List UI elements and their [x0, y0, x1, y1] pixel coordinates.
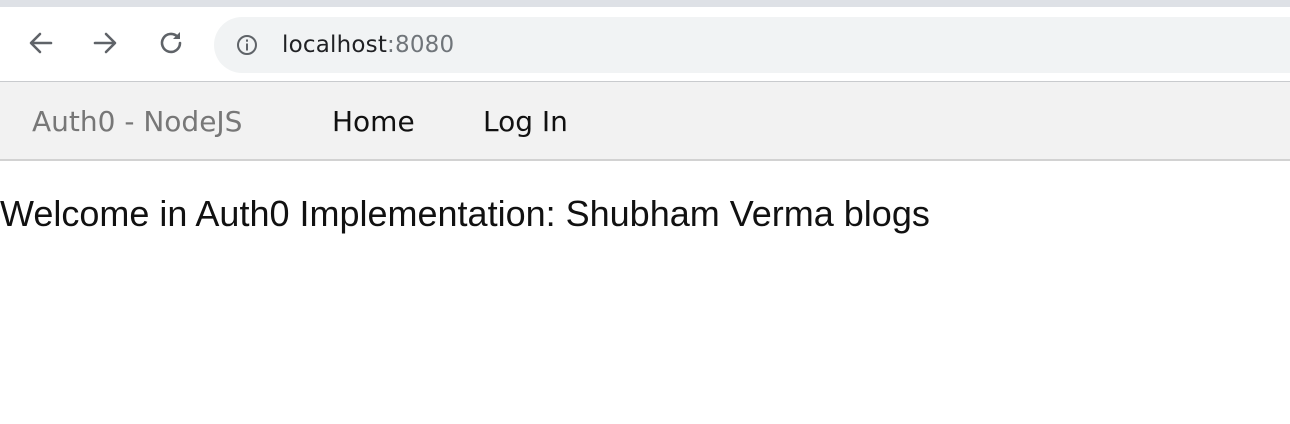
tab-strip	[0, 0, 1290, 7]
info-icon[interactable]	[236, 34, 258, 56]
app-navbar: Auth0 - NodeJS Home Log In	[0, 82, 1290, 161]
nav-link-login[interactable]: Log In	[483, 106, 568, 138]
url-text[interactable]: localhost:8080	[282, 32, 454, 58]
address-bar[interactable]: localhost:8080	[214, 17, 1290, 73]
back-button[interactable]	[25, 27, 57, 59]
reload-icon	[160, 32, 182, 54]
url-host: localhost	[282, 32, 388, 58]
nav-link-home[interactable]: Home	[332, 106, 415, 138]
arrow-right-icon	[93, 32, 117, 54]
forward-button[interactable]	[89, 27, 121, 59]
arrow-left-icon	[29, 32, 53, 54]
browser-window: localhost:8080 Auth0 - NodeJS Home Log I…	[0, 0, 1290, 424]
welcome-heading: Welcome in Auth0 Implementation: Shubham…	[0, 193, 930, 234]
reload-button[interactable]	[155, 27, 187, 59]
browser-toolbar: localhost:8080	[0, 7, 1290, 82]
url-port: :8080	[387, 32, 455, 58]
navbar-brand[interactable]: Auth0 - NodeJS	[32, 106, 242, 138]
